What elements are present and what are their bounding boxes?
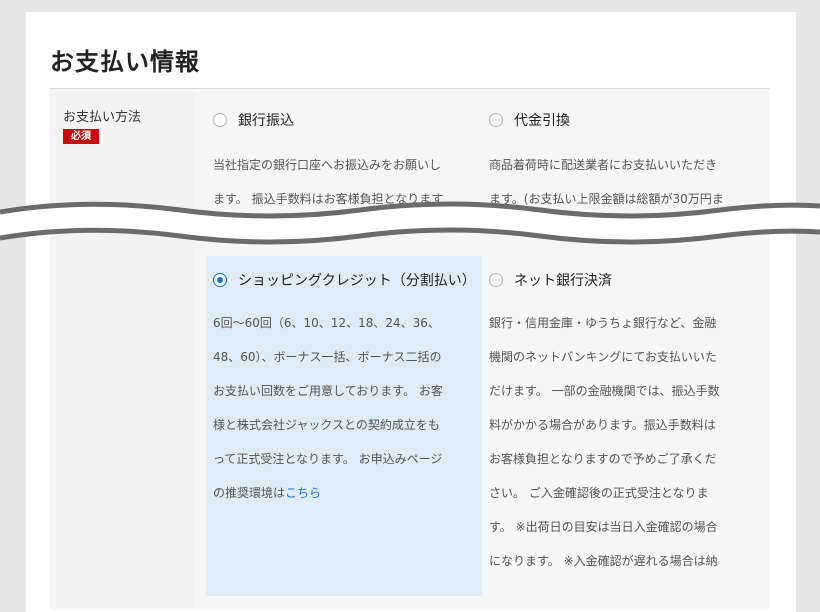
- desc-line: の推奨環境は: [213, 486, 286, 500]
- option-label: 銀行振込: [238, 113, 294, 129]
- radio-cash-on-delivery[interactable]: [489, 113, 503, 127]
- option-net-bank[interactable]: ネット銀行決済 銀行・信用金庫・ゆうちょ銀行など、金融 機関のネットバンキングに…: [489, 269, 764, 578]
- field-label-column: お支払い方法 必須: [50, 89, 195, 609]
- desc-line: 6回〜60回（6、10、12、18、24、36、: [213, 316, 440, 330]
- required-badge: 必須: [63, 129, 99, 144]
- radio-bank-transfer[interactable]: [213, 113, 227, 127]
- option-description: 6回〜60回（6、10、12、18、24、36、 48、60）、ボーナス一括、ボ…: [213, 306, 482, 510]
- desc-line: 様と株式会社ジャックスとの契約成立をも: [213, 418, 440, 432]
- desc-line: 当社指定の銀行口座へお振込みをお願いし: [213, 158, 442, 172]
- desc-line: お客様負担となりますので予めご了承くだ: [489, 452, 717, 466]
- radio-net-bank[interactable]: [489, 273, 503, 287]
- desc-line: って正式受注となります。 お申込みページ: [213, 452, 443, 466]
- desc-line: になります。 ※入金確認が遅れる場合は納: [489, 554, 718, 568]
- cut-separator: [0, 201, 820, 245]
- option-description: 銀行・信用金庫・ゆうちょ銀行など、金融 機関のネットバンキングにてお支払いいた …: [489, 306, 764, 578]
- radio-shopping-credit[interactable]: [213, 273, 227, 287]
- payment-method-label: お支払い方法: [63, 110, 142, 125]
- desc-line: 機関のネットバンキングにてお支払いいた: [489, 350, 717, 364]
- desc-line: 商品着荷時に配送業者にお支払いいただき: [489, 158, 718, 172]
- desc-line: 料がかかる場合があります。振込手数料は: [489, 418, 716, 432]
- option-label: 代金引換: [514, 113, 570, 129]
- desc-line: 48、60）、ボーナス一括、ボーナス二括の: [213, 350, 442, 364]
- recommended-env-link[interactable]: こちら: [285, 486, 321, 500]
- option-shopping-credit[interactable]: ショッピングクレジット（分割払い） 6回〜60回（6、10、12、18、24、3…: [206, 256, 482, 596]
- page-title: お支払い情報: [50, 48, 200, 76]
- option-label: ネット銀行決済: [514, 273, 612, 289]
- desc-line: だけます。 一部の金融機関では、振込手数: [489, 384, 720, 398]
- desc-line: お支払い回数をご用意しております。 お客: [213, 384, 443, 398]
- payment-info-card: お支払い情報 お支払い方法 必須 銀行振込 当社指定の銀行口座へお振込みをお願い…: [26, 12, 796, 612]
- desc-line: す。 ※出荷日の目安は当日入金確認の場合: [489, 520, 718, 534]
- option-label: ショッピングクレジット（分割払い）: [238, 273, 476, 289]
- desc-line: 銀行・信用金庫・ゆうちょ銀行など、金融: [489, 316, 717, 330]
- desc-line: さい。 ご入金確認後の正式受注となりま: [489, 486, 709, 500]
